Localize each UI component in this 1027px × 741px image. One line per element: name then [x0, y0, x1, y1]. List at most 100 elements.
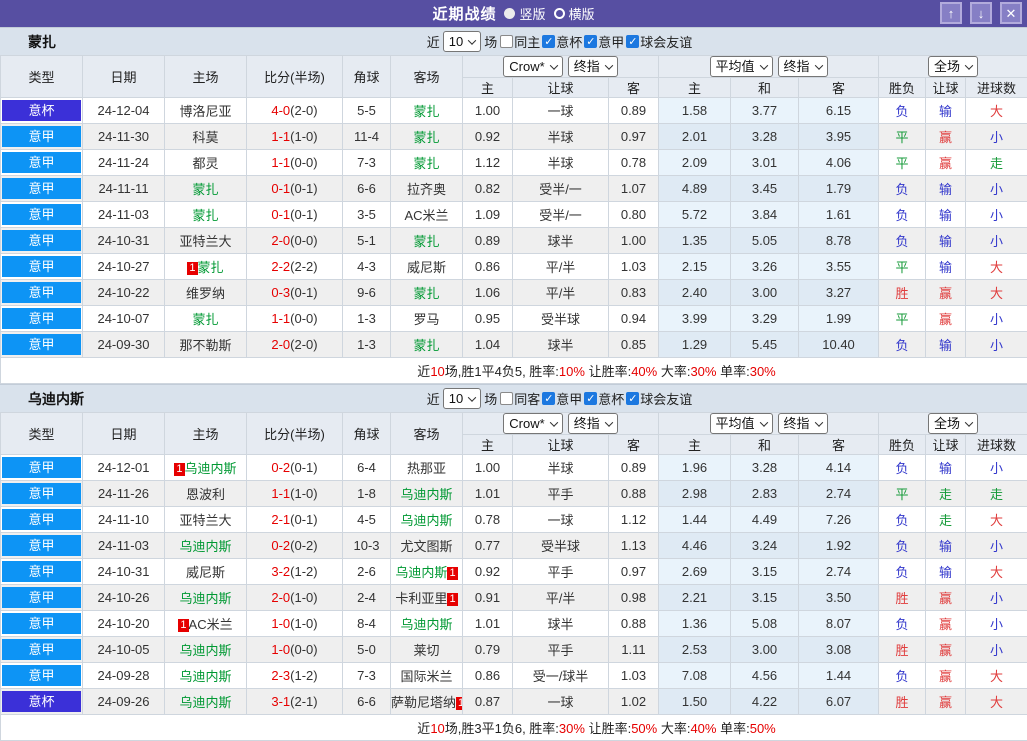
corners-cell: 5-0: [343, 637, 391, 663]
summary-segment: 近: [417, 364, 430, 379]
filter-games-label: 场: [484, 389, 497, 408]
summary-segment: 30%: [750, 364, 776, 379]
europe-source-value: 平均值: [716, 58, 755, 75]
competition-type-cell: 意甲: [1, 559, 83, 585]
move-down-button[interactable]: ↓: [970, 2, 992, 24]
result-wdl-cell: 平: [879, 481, 926, 507]
europe-odds-cell: 1.44: [799, 663, 879, 689]
asia-source-select[interactable]: Crow*: [503, 56, 562, 77]
filter-checkbox[interactable]: 意甲: [584, 32, 624, 51]
checkbox-icon: [542, 35, 555, 48]
europe-period-select[interactable]: 终指: [778, 413, 828, 434]
asia-odds-cell: 0.77: [463, 533, 513, 559]
competition-tag: 意甲: [2, 613, 81, 634]
home-team-cell: 乌迪内斯: [165, 637, 247, 663]
home-team-cell: 1AC米兰: [165, 611, 247, 637]
result-goals-cell: 大: [966, 559, 1027, 585]
asia-source-select[interactable]: Crow*: [503, 413, 562, 434]
team2-recent-count-select[interactable]: 10: [443, 388, 481, 409]
panel-title: 近期战绩: [432, 3, 496, 24]
team-label: 乌迪内斯: [179, 591, 231, 606]
checkbox-label: 同主: [514, 32, 540, 51]
col-header-asia-line: 让球: [513, 78, 609, 98]
scope-select[interactable]: 全场: [928, 56, 978, 77]
recent-count-value: 10: [449, 33, 463, 50]
competition-type-cell: 意甲: [1, 481, 83, 507]
filter-checkbox[interactable]: 同主: [500, 32, 540, 51]
match-row: 意甲24-10-07蒙扎1-1(0-0)1-3罗马0.95受半球0.943.99…: [1, 306, 1027, 332]
europe-odds-cell: 1.58: [659, 98, 731, 124]
result-goals-cell: 小: [966, 533, 1027, 559]
filter-checkbox[interactable]: 意杯: [584, 389, 624, 408]
team-label: 恩波利: [186, 487, 225, 502]
match-row: 意杯24-09-26乌迪内斯3-1(2-1)6-6萨勒尼塔纳10.87一球1.0…: [1, 689, 1027, 715]
europe-odds-cell: 10.40: [799, 332, 879, 358]
asia-odds-cell: 0.88: [609, 481, 659, 507]
result-wdl-cell: 负: [879, 228, 926, 254]
date-cell: 24-09-26: [83, 689, 165, 715]
handicap-line-cell: 平/半: [513, 280, 609, 306]
scope-select[interactable]: 全场: [928, 413, 978, 434]
score-cell: 1-1(0-0): [247, 306, 343, 332]
filter-checkbox[interactable]: 球会友谊: [626, 32, 692, 51]
home-team-cell: 那不勒斯: [165, 332, 247, 358]
corners-cell: 1-3: [343, 332, 391, 358]
radio-unselected-icon: [554, 8, 565, 19]
close-button[interactable]: ✕: [1000, 2, 1022, 24]
filter-checkbox[interactable]: 球会友谊: [626, 389, 692, 408]
europe-odds-cell: 2.01: [659, 124, 731, 150]
asia-period-select[interactable]: 终指: [568, 56, 618, 77]
move-up-button[interactable]: ↑: [940, 2, 962, 24]
away-team-cell: 罗马: [391, 306, 463, 332]
filter-checkbox[interactable]: 意杯: [542, 32, 582, 51]
full-time-score: 2-0: [271, 233, 290, 248]
europe-odds-cell: 2.69: [659, 559, 731, 585]
away-team-cell: 乌迪内斯: [391, 481, 463, 507]
corners-cell: 11-4: [343, 124, 391, 150]
team1-recent-count-select[interactable]: 10: [443, 31, 481, 52]
team2-matches-table: 类型 日期 主场 比分(半场) 角球 客场 Crow* 终指 平均值 终指: [0, 412, 1027, 741]
date-cell: 24-10-05: [83, 637, 165, 663]
team-label: 蒙扎: [192, 208, 218, 223]
match-row: 意甲24-10-31亚特兰大2-0(0-0)5-1蒙扎0.89球半1.001.3…: [1, 228, 1027, 254]
europe-odds-cell: 3.15: [731, 559, 799, 585]
col-header-asia-home: 主: [463, 435, 513, 455]
radio-horizontal-layout[interactable]: 横版: [554, 4, 595, 23]
date-cell: 24-10-26: [83, 585, 165, 611]
date-cell: 24-11-03: [83, 202, 165, 228]
asia-period-select[interactable]: 终指: [568, 413, 618, 434]
asia-odds-cell: 0.85: [609, 332, 659, 358]
date-cell: 24-10-07: [83, 306, 165, 332]
team-label: 蒙扎: [413, 104, 439, 119]
europe-period-select[interactable]: 终指: [778, 56, 828, 77]
handicap-line-cell: 受半球: [513, 533, 609, 559]
half-time-score: (0-1): [290, 512, 317, 527]
score-cell: 0-1(0-1): [247, 176, 343, 202]
asia-source-value: Crow*: [509, 415, 544, 432]
summary-segment: 大率:: [657, 364, 690, 379]
europe-odds-cell: 1.92: [799, 533, 879, 559]
europe-source-select[interactable]: 平均值: [710, 413, 773, 434]
filter-checkbox[interactable]: 意甲: [542, 389, 582, 408]
filter-checkbox[interactable]: 同客: [500, 389, 540, 408]
europe-odds-controls: 平均值 终指: [659, 56, 879, 78]
chevron-down-icon: [759, 61, 767, 69]
radio-vertical-layout[interactable]: 竖版: [504, 4, 545, 23]
result-handicap-cell: 输: [926, 98, 966, 124]
europe-source-select[interactable]: 平均值: [710, 56, 773, 77]
col-header-eu-draw: 和: [731, 78, 799, 98]
result-goals-cell: 大: [966, 254, 1027, 280]
handicap-line-cell: 一球: [513, 507, 609, 533]
summary-segment: 大率:: [657, 721, 690, 736]
europe-odds-cell: 3.08: [799, 637, 879, 663]
chevron-down-icon: [759, 418, 767, 426]
team-label: 那不勒斯: [179, 338, 231, 353]
half-time-score: (0-0): [290, 233, 317, 248]
handicap-line-cell: 受半球: [513, 306, 609, 332]
europe-odds-cell: 1.99: [799, 306, 879, 332]
asia-odds-cell: 1.11: [609, 637, 659, 663]
result-wdl-cell: 负: [879, 455, 926, 481]
result-goals-cell: 走: [966, 481, 1027, 507]
europe-odds-cell: 1.79: [799, 176, 879, 202]
result-wdl-cell: 平: [879, 306, 926, 332]
